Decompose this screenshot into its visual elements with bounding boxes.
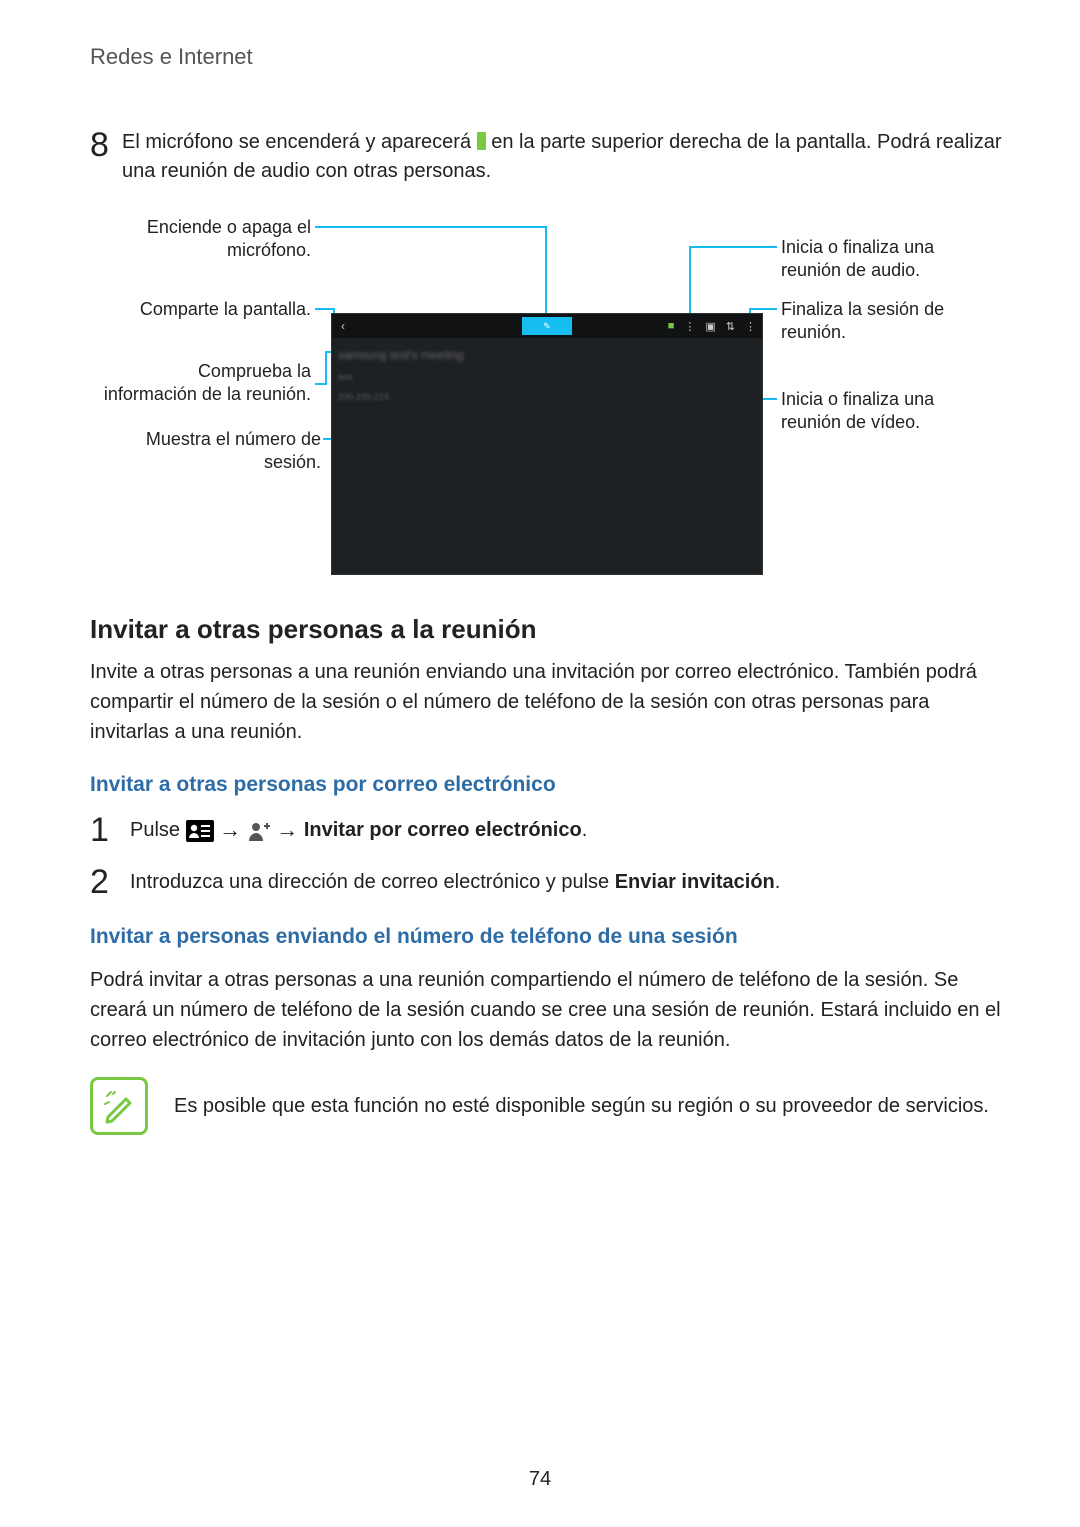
meeting-title-blur: samsung test's meeting [338,348,464,362]
section-intro: Invite a otras personas a una reunión en… [90,657,1012,747]
subhead-phone-invite: Invitar a personas enviando el número de… [90,925,1012,949]
add-person-icon [247,820,271,842]
meeting-host-blur: test [338,372,353,382]
callout-diagram: Enciende o apaga el micrófono. Comparte … [101,208,1001,578]
phone-invite-para: Podrá invitar a otras personas a una reu… [90,965,1012,1055]
step-8-part-a: El micrófono se encenderá y aparecerá [122,131,477,153]
mic-indicator-icon [477,132,486,150]
callout-share-screen: Comparte la pantalla. [101,298,311,321]
step-1-text: Pulse → → Invitar por correo electrónico… [130,817,587,843]
arrow-1-icon: → [219,817,241,842]
page-header: Redes e Internet [90,44,1012,70]
video-cam-icon: ⋮ [684,320,695,333]
arrow-2-icon: → [276,817,298,842]
exit-icon: ⇅ [726,320,735,333]
back-icon: ‹ [332,319,354,333]
callout-video-toggle: Inicia o finaliza una reunión de vídeo. [781,388,991,435]
participants-list-icon [186,820,214,842]
participants-icon: ▣ [705,320,715,333]
callout-audio-toggle: Inicia o finaliza una reunión de audio. [781,236,991,283]
meeting-app-screenshot: ‹ ✎ ■ ⋮ ▣ ⇅ ⋮ samsung test's meeting tes… [331,313,763,575]
callout-meeting-info: Comprueba la información de la reunión. [101,360,311,407]
email-step-2: 2 Introduzca una dirección de correo ele… [90,865,1012,899]
section-title: Invitar a otras personas a la reunión [90,614,1012,645]
overflow-icon: ⋮ [745,320,756,333]
meeting-session-blur: 200-295-219 [338,392,389,402]
step-2-text: Introduzca una dirección de correo elect… [130,871,780,894]
center-action-icon: ✎ [522,317,572,335]
step-1-number: 1 [90,813,116,847]
note-icon [90,1077,148,1135]
callout-session-number: Muestra el número de sesión. [101,428,321,475]
mic-led-icon: ■ [668,320,675,332]
subhead-email-invite: Invitar a otras personas por correo elec… [90,773,1012,797]
step-8-number: 8 [90,128,122,162]
step-1-bold: Invitar por correo electrónico [304,819,582,841]
toolbar-right-icons: ■ ⋮ ▣ ⇅ ⋮ [668,320,762,333]
note-row: Es posible que esta función no esté disp… [90,1077,1012,1135]
callout-end-session: Finaliza la sesión de reunión. [781,298,991,345]
email-step-1: 1 Pulse → → Invitar por correo electróni… [90,813,1012,847]
step-8-text: El micrófono se encenderá y aparecerá en… [122,128,1012,186]
step-8: 8 El micrófono se encenderá y aparecerá … [90,128,1012,186]
screenshot-toolbar: ‹ ✎ ■ ⋮ ▣ ⇅ ⋮ [332,314,762,338]
step-2-number: 2 [90,865,116,899]
note-text: Es posible que esta función no esté disp… [174,1091,989,1121]
page-number: 74 [0,1468,1080,1491]
callout-mic-toggle: Enciende o apaga el micrófono. [101,216,311,263]
